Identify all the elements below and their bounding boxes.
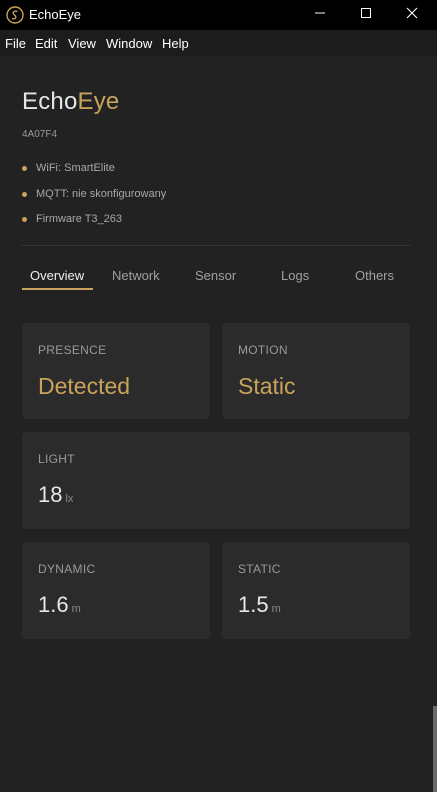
status-firmware: Firmware T3_263 — [22, 213, 166, 239]
window-title: EchoEye — [29, 7, 82, 22]
presence-card: PRESENCE Detected — [22, 323, 210, 419]
tab-bar: Overview Network Sensor Logs Others — [22, 262, 416, 292]
close-icon — [406, 6, 418, 24]
tab-sensor[interactable]: Sensor — [195, 268, 236, 283]
app-title-eye: Eye — [77, 88, 120, 115]
presence-value: Detected — [38, 373, 131, 399]
menu-help[interactable]: Help — [162, 36, 189, 51]
dynamic-unit: m — [71, 603, 81, 615]
tab-others[interactable]: Others — [355, 268, 394, 283]
dynamic-card: DYNAMIC 1.6 m — [22, 542, 210, 639]
status-list: WiFi: SmartElite MQTT: nie skonfigurowan… — [22, 162, 166, 239]
status-wifi-text: WiFi: SmartElite — [36, 162, 115, 174]
dynamic-label: DYNAMIC — [38, 562, 96, 576]
static-value: 1.5 — [238, 592, 269, 617]
status-dot-icon — [22, 166, 27, 171]
status-wifi: WiFi: SmartElite — [22, 162, 166, 188]
status-mqtt: MQTT: nie skonfigurowany — [22, 188, 166, 214]
status-dot-icon — [22, 217, 27, 222]
menu-window[interactable]: Window — [106, 36, 152, 51]
tab-network[interactable]: Network — [112, 268, 160, 283]
title-bar: EchoEye — [0, 0, 437, 30]
active-tab-indicator — [22, 288, 93, 290]
static-card: STATIC 1.5 m — [222, 542, 410, 639]
maximize-button[interactable] — [343, 0, 389, 30]
light-value: 18 — [38, 482, 63, 507]
static-label: STATIC — [238, 562, 281, 576]
app-title-echo: Echo — [22, 88, 78, 115]
static-value-group: 1.5 m — [238, 592, 281, 618]
motion-label: MOTION — [238, 343, 288, 357]
light-label: LIGHT — [38, 452, 75, 466]
minimize-icon — [314, 6, 326, 24]
tab-logs[interactable]: Logs — [281, 268, 309, 283]
minimize-button[interactable] — [297, 0, 343, 30]
presence-label: PRESENCE — [38, 343, 107, 357]
status-dot-icon — [22, 191, 27, 197]
static-unit: m — [271, 603, 281, 615]
menu-edit[interactable]: Edit — [35, 36, 57, 51]
echo-logo-icon — [6, 6, 24, 24]
menu-bar: File Edit View Window Help — [0, 30, 437, 56]
main-content: EchoEye 4A07F4 WiFi: SmartElite MQTT: ni… — [0, 56, 437, 792]
divider — [22, 245, 410, 246]
dynamic-value-group: 1.6 m — [38, 592, 81, 618]
menu-view[interactable]: View — [68, 36, 96, 51]
close-button[interactable] — [389, 0, 435, 30]
light-card: LIGHT 18 lx — [22, 432, 410, 529]
maximize-icon — [360, 6, 372, 24]
status-mqtt-text: MQTT: nie skonfigurowany — [36, 187, 167, 200]
motion-value: Static — [238, 373, 296, 399]
app-title: EchoEye — [22, 88, 119, 116]
tab-overview[interactable]: Overview — [30, 268, 84, 283]
menu-file[interactable]: File — [5, 36, 26, 51]
light-unit: lx — [65, 493, 74, 505]
device-id: 4A07F4 — [22, 129, 58, 140]
status-firmware-text: Firmware T3_263 — [36, 213, 122, 225]
dynamic-value: 1.6 — [38, 592, 69, 617]
light-value-group: 18 lx — [38, 482, 73, 508]
motion-card: MOTION Static — [222, 323, 410, 419]
scrollbar[interactable] — [433, 706, 437, 792]
